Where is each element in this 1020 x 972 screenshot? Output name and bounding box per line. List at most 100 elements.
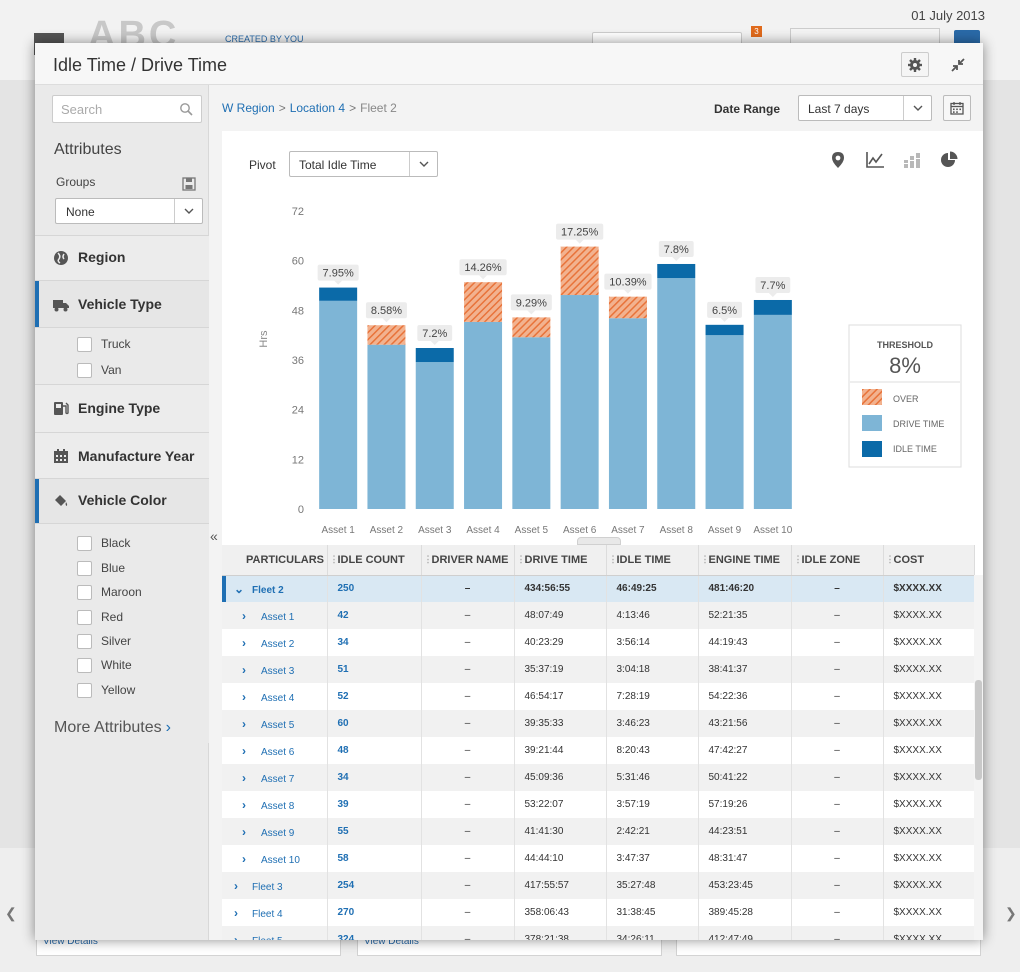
settings-button[interactable] [901,52,929,77]
option-van[interactable]: Van [77,360,121,380]
table-row[interactable]: › Asset 1 42–48:07:49 4:13:46 52:21:35– $XXXX… [222,602,975,629]
chevron-right-icon[interactable]: › [242,717,256,731]
bar-over-threshold[interactable] [608,296,647,319]
bar-drive-time[interactable] [367,344,406,509]
search-input[interactable] [53,96,171,122]
bar-drive-time[interactable] [608,318,647,509]
bar-idle-time[interactable] [705,324,744,336]
checkbox[interactable] [77,362,92,378]
resize-handle[interactable] [577,537,621,545]
checkbox[interactable] [77,609,92,625]
row-name[interactable]: Asset 7 [261,774,294,785]
column-header-idle-zone[interactable]: ⋮ IDLE ZONE [791,545,884,576]
idle-count-cell[interactable]: 55 [327,818,422,845]
column-header-particulars[interactable]: PARTICULARS [222,545,328,576]
bar-idle-time[interactable] [415,347,454,363]
bar-over-threshold[interactable] [560,246,599,296]
option-maroon[interactable]: Maroon [77,582,142,602]
checkbox[interactable] [77,657,92,673]
chevron-right-icon[interactable]: › [242,663,256,677]
carousel-prev-icon[interactable]: ❮ [5,905,17,922]
column-header-idle-time[interactable]: ⋮ IDLE TIME [606,545,699,576]
row-name[interactable]: Asset 8 [261,801,294,812]
option-blue[interactable]: Blue [77,558,125,578]
collapse-button[interactable] [948,55,968,75]
table-row[interactable]: › Fleet 3 254–417:55:57 35:27:48 453:23:45– $… [222,872,975,899]
row-name-cell[interactable]: › Fleet 5 [222,926,328,941]
column-header-idle-count[interactable]: ⋮ IDLE COUNT [327,545,422,576]
table-row[interactable]: › Asset 10 58–44:44:10 3:47:37 48:31:47– $XXX… [222,845,975,872]
table-row[interactable]: › Asset 9 55–41:41:30 2:42:21 44:23:51– $XXXX… [222,818,975,845]
breadcrumb-location[interactable]: Location 4 [290,101,345,115]
bar-drive-time[interactable] [705,335,744,509]
breadcrumb-region[interactable]: W Region [222,101,275,115]
idle-count-cell[interactable]: 52 [327,683,422,710]
table-row[interactable]: ⌄ Fleet 2 250–434:56:55 46:49:25 481:46:20– $… [222,575,975,602]
sidebar-item-engine-type[interactable]: Engine Type [35,384,209,432]
row-name-cell[interactable]: › Asset 9 [222,818,328,845]
sidebar-item-region[interactable]: Region [35,235,209,280]
checkbox[interactable] [77,682,92,698]
checkbox[interactable] [77,584,92,600]
row-name[interactable]: Fleet 4 [252,909,283,920]
chevron-right-icon[interactable]: › [242,609,256,623]
option-red[interactable]: Red [77,607,123,627]
row-name[interactable]: Asset 2 [261,639,294,650]
bar-drive-time[interactable] [319,300,358,509]
column-header-drive-time[interactable]: ⋮ DRIVE TIME [514,545,607,576]
row-name[interactable]: Asset 10 [261,855,300,866]
bar-over-threshold[interactable] [464,282,503,322]
bar-over-threshold[interactable] [512,317,551,338]
table-row[interactable]: › Asset 5 60–39:35:33 3:46:23 43:21:56– $XXXX… [222,710,975,737]
bar-drive-time[interactable] [464,321,503,509]
bar-idle-time[interactable] [657,263,696,279]
chevron-right-icon[interactable]: › [242,690,256,704]
bar-drive-time[interactable] [657,278,696,509]
chevron-right-icon[interactable]: › [242,798,256,812]
table-row[interactable]: › Asset 4 52–46:54:17 7:28:19 54:22:36– $XXXX… [222,683,975,710]
option-yellow[interactable]: Yellow [77,680,135,700]
idle-count-cell[interactable]: 254 [327,872,422,899]
date-range-select[interactable]: Last 7 days [798,95,932,121]
column-header-cost[interactable]: ⋮ COST [883,545,975,576]
row-name-cell[interactable]: › Asset 2 [222,629,328,656]
table-row[interactable]: › Fleet 4 270–358:06:43 31:38:45 389:45:28– $… [222,899,975,926]
idle-count-cell[interactable]: 58 [327,845,422,872]
table-scrollbar[interactable] [974,575,983,940]
row-name[interactable]: Asset 3 [261,666,294,677]
checkbox[interactable] [77,336,92,352]
chevron-right-icon[interactable]: › [242,771,256,785]
idle-count-cell[interactable]: 270 [327,899,422,926]
table-row[interactable]: › Asset 2 34–40:23:29 3:56:14 44:19:43– $XXXX… [222,629,975,656]
bar-drive-time[interactable] [512,337,551,509]
row-name[interactable]: Fleet 5 [252,936,283,941]
chevron-down-icon[interactable]: ⌄ [234,582,248,596]
option-black[interactable]: Black [77,533,130,553]
bar-idle-time[interactable] [319,287,358,301]
carousel-next-icon[interactable]: ❯ [1005,905,1017,922]
idle-count-cell[interactable]: 324 [327,926,422,940]
column-header-engine-time[interactable]: ⋮ ENGINE TIME [698,545,792,576]
table-row[interactable]: › Asset 8 39–53:22:07 3:57:19 57:19:26– $XXXX… [222,791,975,818]
calendar-button[interactable] [943,95,971,121]
row-name-cell[interactable]: › Fleet 4 [222,899,328,926]
row-name-cell[interactable]: › Asset 3 [222,656,328,683]
groups-select[interactable]: None [55,198,203,224]
checkbox[interactable] [77,560,92,576]
row-name-cell[interactable]: › Asset 8 [222,791,328,818]
idle-count-cell[interactable]: 51 [327,656,422,683]
scrollbar-thumb[interactable] [975,680,982,780]
idle-count-cell[interactable]: 48 [327,737,422,764]
sidebar-item-vehicle-color[interactable]: Vehicle Color [35,478,209,523]
sidebar-item-vehicle-type[interactable]: Vehicle Type [35,280,209,327]
row-name-cell[interactable]: › Asset 4 [222,683,328,710]
row-name[interactable]: Asset 4 [261,693,294,704]
option-silver[interactable]: Silver [77,631,131,651]
idle-count-cell[interactable]: 42 [327,602,422,629]
table-row[interactable]: ›Fleet 5324–378:21:3834:26:11412:47:49–$… [222,926,975,941]
notification-badge[interactable]: 3 [751,26,762,37]
chevron-right-icon[interactable]: › [234,933,248,941]
bar-drive-time[interactable] [415,362,454,509]
checkbox[interactable] [77,535,92,551]
chevron-right-icon[interactable]: › [242,744,256,758]
